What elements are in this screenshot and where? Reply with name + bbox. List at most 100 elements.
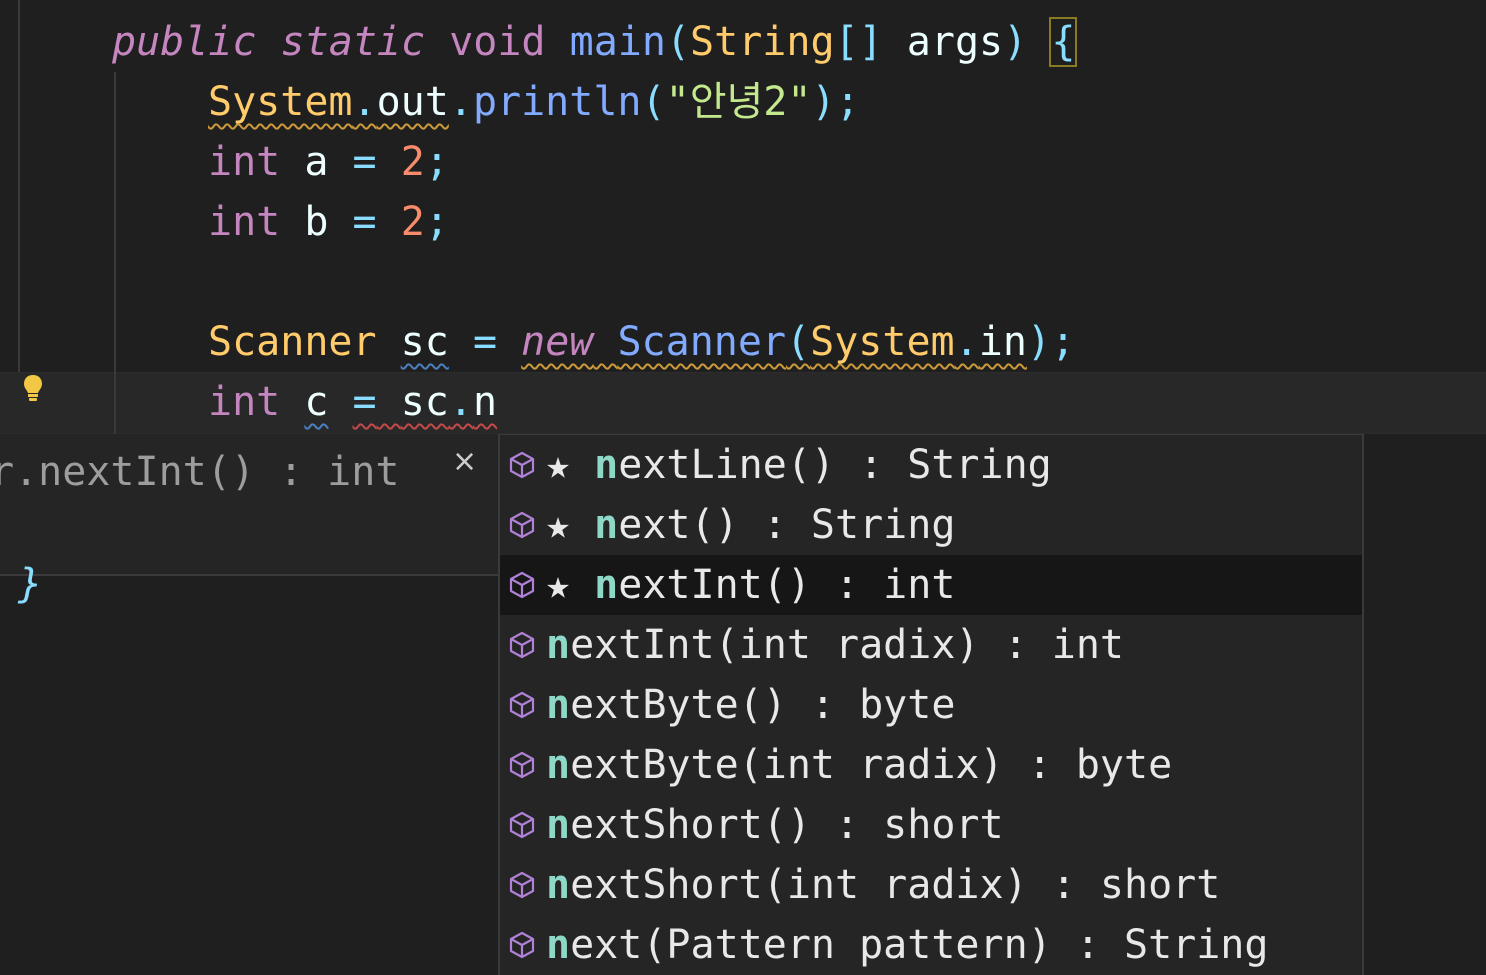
variable-c: c xyxy=(304,379,329,425)
variable-sc: sc xyxy=(400,319,449,365)
suggestion-item[interactable]: nextInt(int radix) : int xyxy=(500,615,1362,675)
match-highlight: n xyxy=(546,682,571,728)
dot: . xyxy=(352,79,377,125)
semicolon: ; xyxy=(424,199,449,245)
suggestion-item[interactable]: nextShort() : short xyxy=(500,795,1362,855)
indent-guide-outer xyxy=(18,0,20,372)
suggestion-rest: extInt() : int xyxy=(618,562,956,608)
match-highlight: n xyxy=(594,442,619,488)
semicolon: ; xyxy=(835,79,860,125)
keyword-static: static xyxy=(280,19,426,65)
constructor-scanner: Scanner xyxy=(617,319,787,365)
suggestion-label: next(Pattern pattern) : String xyxy=(546,915,1268,975)
code-line-current[interactable]: int c = sc.n xyxy=(208,372,497,432)
variable-a: a xyxy=(304,139,329,185)
class-system: System xyxy=(810,319,955,365)
method-cube-icon xyxy=(509,511,535,539)
suggestion-label: nextShort(int radix) : short xyxy=(546,855,1220,915)
suggestion-item[interactable]: nextShort(int radix) : short xyxy=(500,855,1362,915)
variable-b: b xyxy=(304,199,329,245)
keyword-new: new xyxy=(521,319,594,365)
matched-brace: { xyxy=(1049,17,1078,67)
keyword-public: public xyxy=(112,19,257,65)
code-line-int-a[interactable]: int a = 2; xyxy=(208,132,449,192)
suggestion-item[interactable]: ★ nextInt() : int xyxy=(500,555,1362,615)
autocomplete-list[interactable]: ★ nextLine() : String ★ next() : String ★ … xyxy=(498,434,1364,975)
class-system: System xyxy=(208,79,353,125)
dot: . xyxy=(954,319,979,365)
suggestion-label: nextShort() : short xyxy=(546,795,1004,855)
keyword-int: int xyxy=(208,139,281,185)
suggestion-label: ★ next() : String xyxy=(546,495,955,555)
suggestion-label: ★ nextInt() : int xyxy=(546,555,955,615)
method-cube-icon xyxy=(509,631,535,659)
suggestion-item[interactable]: nextByte() : byte xyxy=(500,675,1362,735)
typed-prefix: n xyxy=(472,379,498,425)
paren-close: ) xyxy=(1026,319,1051,365)
suggestion-label: nextInt(int radix) : int xyxy=(546,615,1124,675)
keyword-int: int xyxy=(208,199,281,245)
suggestion-item[interactable]: ★ nextLine() : String xyxy=(500,435,1362,495)
suggestion-rest: extInt(int radix) : int xyxy=(570,622,1124,668)
suggestion-item[interactable]: next(Pattern pattern) : String xyxy=(500,915,1362,975)
match-highlight: n xyxy=(546,622,571,668)
variable-sc: sc xyxy=(400,379,449,425)
match-highlight: n xyxy=(546,802,571,848)
code-line-method-signature[interactable]: public static void main(String[] args) { xyxy=(112,12,1078,72)
paren-open: ( xyxy=(665,19,691,65)
suggestion-rest: extShort() : short xyxy=(570,802,1004,848)
suggestion-label: ★ nextLine() : String xyxy=(546,435,1052,495)
dot: . xyxy=(448,379,473,425)
dot: . xyxy=(448,79,473,125)
operator-assign: = xyxy=(352,139,377,185)
method-cube-icon xyxy=(509,691,535,719)
semicolon: ; xyxy=(424,139,449,185)
param-args: args xyxy=(906,19,1004,65)
keyword-void: void xyxy=(449,19,546,65)
operator-assign: = xyxy=(352,199,377,245)
suggestion-details-panel: r.nextInt() : int xyxy=(0,434,499,576)
suggestion-rest: extByte() : byte xyxy=(570,682,956,728)
close-details-icon[interactable]: × xyxy=(452,444,477,479)
match-highlight: n xyxy=(546,862,571,908)
paren-close: ) xyxy=(1003,19,1028,65)
field-out: out xyxy=(376,79,449,125)
suggestion-item[interactable]: nextByte(int radix) : byte xyxy=(500,735,1362,795)
match-highlight: n xyxy=(594,502,619,548)
lightbulb-icon[interactable] xyxy=(22,374,44,402)
paren-open: ( xyxy=(641,79,666,125)
suggestion-label: nextByte(int radix) : byte xyxy=(546,735,1172,795)
operator-assign: = xyxy=(352,379,377,425)
closing-brace: } xyxy=(18,561,43,607)
array-brackets: [] xyxy=(834,19,883,65)
star-icon: ★ xyxy=(546,442,595,488)
number-literal: 2 xyxy=(400,199,425,245)
suggestion-rest: extLine() : String xyxy=(618,442,1052,488)
method-cube-icon xyxy=(509,931,535,959)
code-line-println[interactable]: System.out.println("안녕2"); xyxy=(208,72,860,132)
method-println: println xyxy=(472,79,642,125)
field-in: in xyxy=(978,319,1027,365)
code-editor[interactable]: public static void main(String[] args) {… xyxy=(0,0,1486,975)
semicolon: ; xyxy=(1051,319,1076,365)
method-cube-icon xyxy=(509,451,535,479)
paren-close: ) xyxy=(811,79,836,125)
number-literal: 2 xyxy=(400,139,425,185)
string-literal: "안녕2" xyxy=(665,79,812,125)
method-cube-icon xyxy=(509,751,535,779)
code-line-scanner[interactable]: Scanner sc = new Scanner(System.in); xyxy=(208,312,1075,372)
type-string: String xyxy=(690,19,835,65)
suggestion-rest: extByte(int radix) : byte xyxy=(570,742,1173,788)
operator-assign: = xyxy=(472,319,498,365)
indent-guide-method xyxy=(114,72,116,434)
match-highlight: n xyxy=(546,922,571,968)
type-scanner: Scanner xyxy=(208,319,377,365)
method-cube-icon xyxy=(509,811,535,839)
suggestion-rest: ext(Pattern pattern) : String xyxy=(570,922,1269,968)
suggestion-item[interactable]: ★ next() : String xyxy=(500,495,1362,555)
match-highlight: n xyxy=(594,562,619,608)
method-cube-icon xyxy=(509,571,535,599)
suggestion-rest: ext() : String xyxy=(618,502,956,548)
method-name-main: main xyxy=(569,19,666,65)
code-line-int-b[interactable]: int b = 2; xyxy=(208,192,449,252)
